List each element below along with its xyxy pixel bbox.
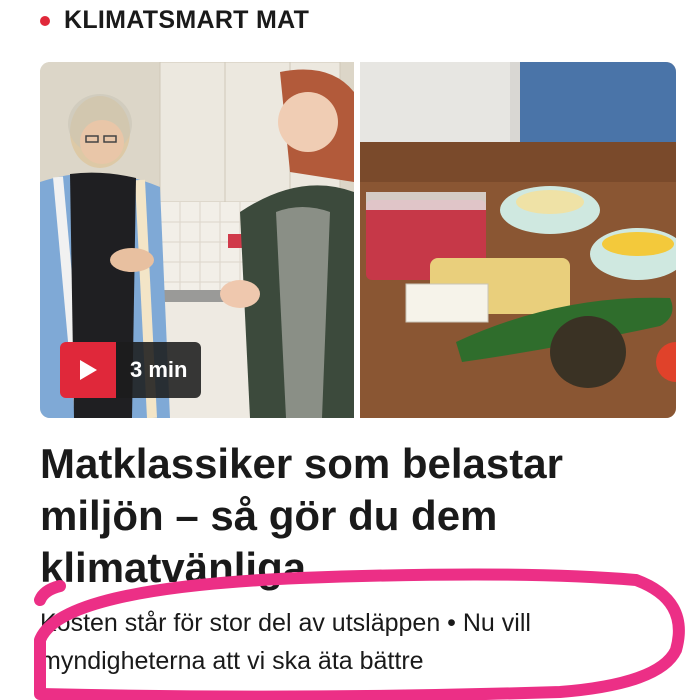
article-headline[interactable]: Matklassiker som belastar miljön – så gö… [40, 438, 670, 594]
red-dot-icon [40, 15, 50, 26]
article-image-food[interactable] [360, 62, 676, 418]
article-media[interactable]: 3 min [40, 62, 676, 418]
play-icon [80, 360, 97, 380]
play-button[interactable] [60, 342, 116, 398]
video-duration: 3 min [116, 342, 202, 398]
article-summary: Kosten står för stor del av utsläppen • … [40, 609, 531, 675]
food-table-illustration [360, 62, 676, 418]
video-duration-badge[interactable]: 3 min [60, 342, 202, 398]
video-thumbnail-kitchen[interactable]: 3 min [40, 62, 354, 418]
kicker-label[interactable]: KLIMATSMART MAT [64, 6, 309, 35]
section-kicker[interactable]: KLIMATSMART MAT [40, 6, 309, 35]
